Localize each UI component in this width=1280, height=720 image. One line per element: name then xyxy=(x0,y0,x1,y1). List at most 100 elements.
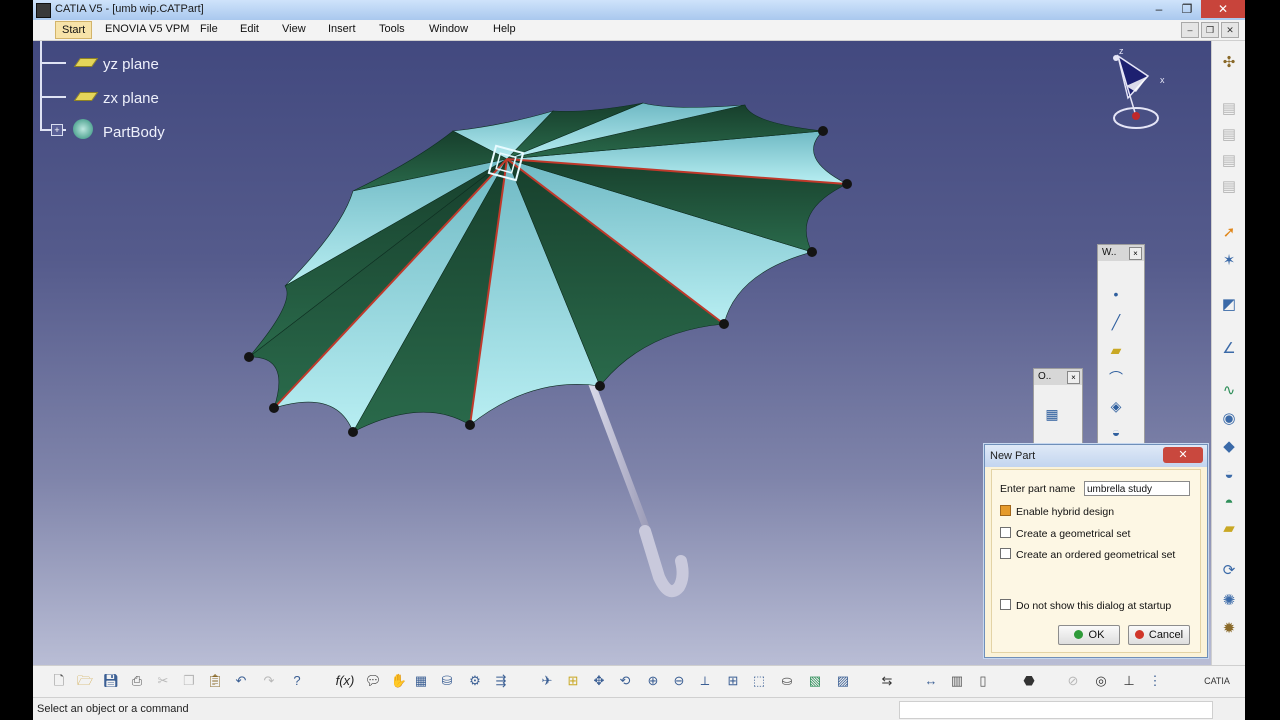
analysis-icon[interactable]: ✹ xyxy=(1218,619,1240,639)
link-icon[interactable]: ⊘ xyxy=(1063,671,1083,691)
whats-this-icon[interactable]: ? xyxy=(287,671,307,691)
rib-tip xyxy=(807,247,817,257)
create-ordered-geometrical-set-checkbox[interactable] xyxy=(1000,548,1011,559)
sketch-positioned-disabled-icon[interactable]: ▤ xyxy=(1218,125,1240,145)
rotate-icon[interactable]: ✺ xyxy=(1218,591,1240,611)
menu-help[interactable]: Help xyxy=(493,23,516,35)
comment-icon[interactable]: 💬︎ xyxy=(363,671,383,691)
axis-icon[interactable]: ⊥ xyxy=(1119,671,1139,691)
open-folder-icon[interactable]: 🗁 xyxy=(75,671,95,691)
rotate-view-icon[interactable]: ⟲ xyxy=(615,671,635,691)
point-icon[interactable]: • xyxy=(1102,283,1130,305)
create-ordered-geometrical-set-option[interactable]: Create an ordered geometrical set xyxy=(1000,548,1175,561)
surface-icon[interactable]: ◒ xyxy=(1102,421,1130,443)
join-icon[interactable]: ▦ xyxy=(1038,403,1066,425)
grid-icon[interactable]: ⋮ xyxy=(1145,671,1165,691)
formula-icon[interactable]: f(x) xyxy=(335,671,355,691)
sketcher-icon[interactable]: ◩ xyxy=(1218,295,1240,315)
part-name-input[interactable]: umbrella study xyxy=(1084,481,1190,496)
transform-icon[interactable]: ⟳ xyxy=(1218,561,1240,581)
menu-window[interactable]: Window xyxy=(429,23,468,35)
operations-toolbar-close-button[interactable]: × xyxy=(1067,371,1080,384)
menu-view[interactable]: View xyxy=(282,23,306,35)
hide-show-icon[interactable]: ▧ xyxy=(805,671,825,691)
sphere-icon[interactable]: ◓ xyxy=(1218,493,1240,513)
projection-icon[interactable]: ⌒ xyxy=(1102,367,1130,389)
doc-close-button[interactable]: ✕ xyxy=(1221,22,1239,38)
fly-mode-icon[interactable]: ✈ xyxy=(537,671,557,691)
fit-all-icon[interactable]: ⊞ xyxy=(563,671,583,691)
ok-button[interactable]: OK xyxy=(1058,625,1120,645)
menu-tools[interactable]: Tools xyxy=(379,23,405,35)
workbench-icon[interactable]: ✣ xyxy=(1218,53,1240,73)
close-button[interactable]: ✕ xyxy=(1201,0,1245,18)
revolve-icon[interactable]: ◒ xyxy=(1218,465,1240,485)
right-black-bar xyxy=(1245,0,1280,720)
dialog-title: New Part xyxy=(990,450,1036,462)
curve-icon[interactable]: ∠ xyxy=(1218,339,1240,359)
catalog-icon[interactable]: ⛁ xyxy=(437,671,457,691)
profile-disabled-icon[interactable]: ▤ xyxy=(1218,177,1240,197)
shading-icon[interactable]: ⛀ xyxy=(777,671,797,691)
knowledge-icon[interactable]: ✋ xyxy=(389,671,409,691)
operations-toolbar: O.. × ▦ xyxy=(1033,368,1083,446)
measure-between-icon[interactable]: ↔ xyxy=(921,671,941,691)
doc-restore-button[interactable]: ❐ xyxy=(1201,22,1219,38)
create-geometrical-set-checkbox[interactable] xyxy=(1000,527,1011,538)
power-input-field[interactable] xyxy=(899,701,1213,719)
cancel-button[interactable]: Cancel xyxy=(1128,625,1190,645)
menu-start[interactable]: Start xyxy=(55,21,93,39)
sweep-icon[interactable]: ◈ xyxy=(1102,395,1130,417)
do-not-show-option[interactable]: Do not show this dialog at startup xyxy=(1000,599,1171,612)
zoom-in-icon[interactable]: ⊕ xyxy=(643,671,663,691)
enable-hybrid-design-option[interactable]: Enable hybrid design xyxy=(1000,505,1114,518)
zoom-out-icon[interactable]: ⊖ xyxy=(669,671,689,691)
paste-icon[interactable]: 📋︎ xyxy=(205,671,225,691)
sketch-disabled-icon[interactable]: ▤ xyxy=(1218,99,1240,119)
spline-icon[interactable]: ∿ xyxy=(1218,381,1240,401)
axis-system-tool-icon[interactable]: ✶ xyxy=(1218,251,1240,271)
plane-tool-icon[interactable]: ▰ xyxy=(1102,339,1130,361)
fill-icon[interactable]: ▰ xyxy=(1218,519,1240,539)
new-document-icon[interactable]: 🗋 xyxy=(49,671,69,691)
redo-icon[interactable]: ↷ xyxy=(259,671,279,691)
multi-view-icon[interactable]: ⊞ xyxy=(723,671,743,691)
create-geometrical-set-option[interactable]: Create a geometrical set xyxy=(1000,527,1130,540)
enable-hybrid-design-checkbox[interactable] xyxy=(1000,505,1011,516)
measure-inertia-icon[interactable]: ▯ xyxy=(973,671,993,691)
swap-space-icon[interactable]: ▨ xyxy=(833,671,853,691)
table-icon[interactable]: ▦ xyxy=(411,671,431,691)
line-icon[interactable]: ╱ xyxy=(1102,311,1130,333)
rib-tip xyxy=(348,427,358,437)
exit-sketch-disabled-icon[interactable]: ▤ xyxy=(1218,151,1240,171)
wireframe-toolbar-close-button[interactable]: × xyxy=(1129,247,1142,260)
dialog-close-button[interactable]: ✕ xyxy=(1163,447,1203,463)
save-icon[interactable]: 💾︎ xyxy=(101,671,121,691)
measure-icon[interactable]: ⚙ xyxy=(465,671,485,691)
select-arrow-icon[interactable]: ➚ xyxy=(1218,223,1240,243)
wireframe-toolbar: W.. × • ╱ ▰ ⌒ ◈ ◒ xyxy=(1097,244,1145,446)
update-icon[interactable]: ⇆ xyxy=(877,671,897,691)
copy-icon[interactable]: ❐ xyxy=(179,671,199,691)
menu-edit[interactable]: Edit xyxy=(240,23,259,35)
compass-widget[interactable]: z x xyxy=(1098,46,1168,136)
normal-view-icon[interactable]: ⟂ xyxy=(695,671,715,691)
print-icon[interactable]: ⎙ xyxy=(127,671,147,691)
menu-file[interactable]: File xyxy=(200,23,218,35)
iso-view-icon[interactable]: ⬚ xyxy=(749,671,769,691)
doc-minimize-button[interactable]: – xyxy=(1181,22,1199,38)
minimize-button[interactable]: – xyxy=(1145,0,1173,18)
undo-icon[interactable]: ↶ xyxy=(231,671,251,691)
helix-icon[interactable]: ◉ xyxy=(1218,409,1240,429)
render-icon[interactable]: ⬣ xyxy=(1019,671,1039,691)
analysis-tool-icon[interactable]: ⇶ xyxy=(491,671,511,691)
scene-icon[interactable]: ◎ xyxy=(1091,671,1111,691)
cut-icon[interactable]: ✂ xyxy=(153,671,173,691)
do-not-show-checkbox[interactable] xyxy=(1000,599,1011,610)
extrude-icon[interactable]: ◆ xyxy=(1218,437,1240,457)
maximize-button[interactable]: ❐ xyxy=(1173,0,1201,18)
menu-enovia[interactable]: ENOVIA V5 VPM xyxy=(105,23,189,35)
measure-item-icon[interactable]: ▥ xyxy=(947,671,967,691)
menu-insert[interactable]: Insert xyxy=(328,23,356,35)
pan-icon[interactable]: ✥ xyxy=(589,671,609,691)
